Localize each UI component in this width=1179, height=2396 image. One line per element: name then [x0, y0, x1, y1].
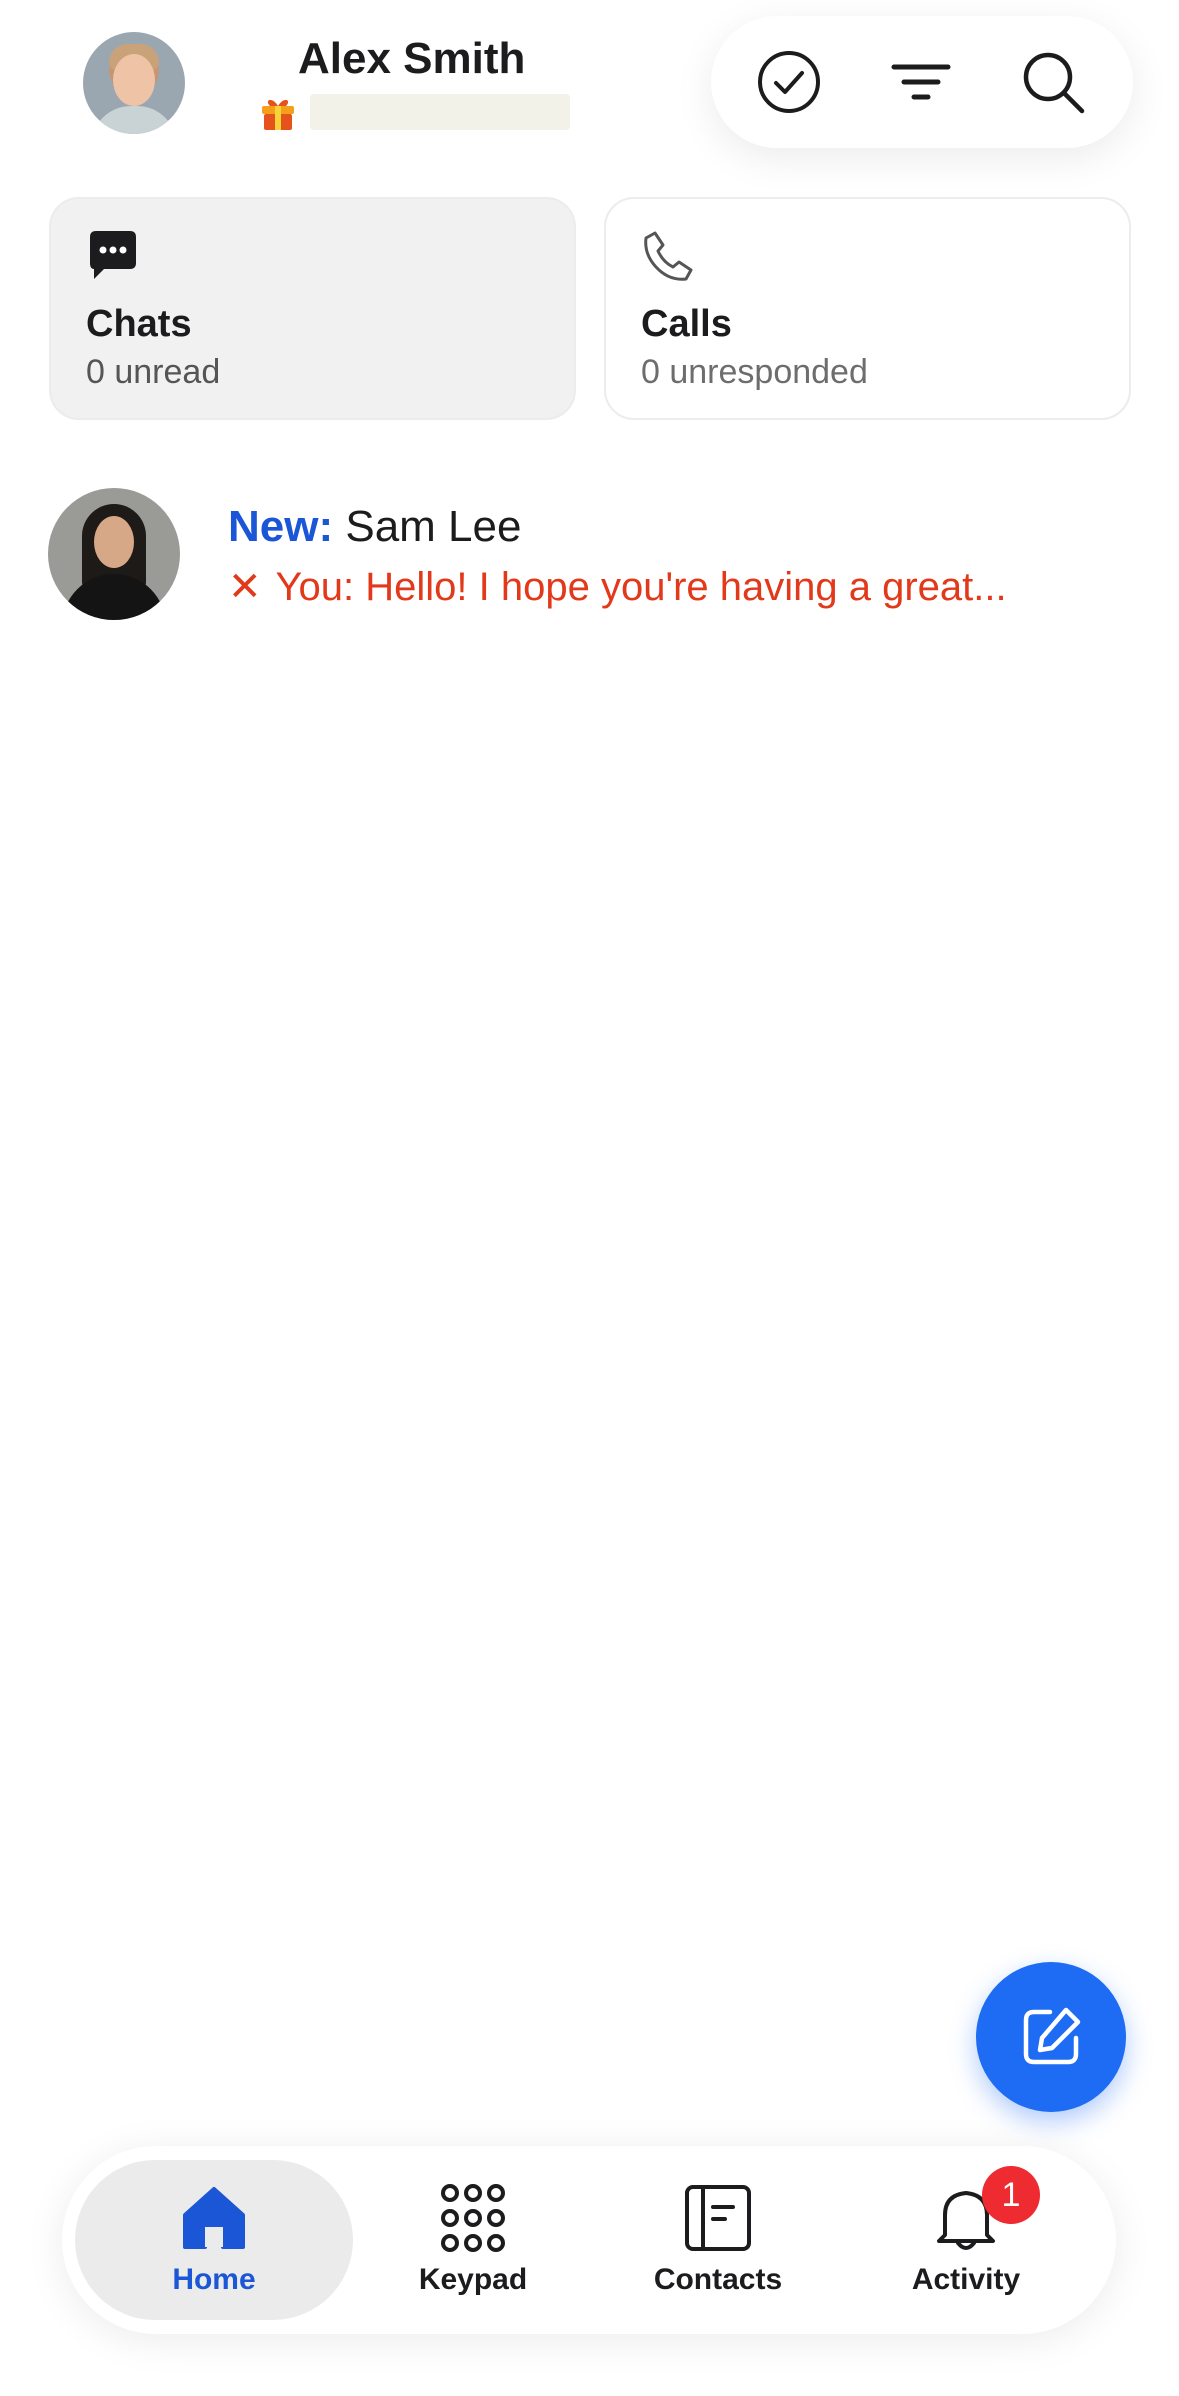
calls-unresponded-count: 0 unresponded	[641, 353, 868, 391]
user-name[interactable]: Alex Smith	[298, 34, 525, 84]
new-label: New:	[228, 502, 334, 551]
chats-title: Chats	[86, 303, 192, 345]
keypad-icon	[441, 2184, 505, 2252]
nav-home[interactable]: Home	[75, 2160, 353, 2320]
message-preview-text: You: Hello! I hope you're having a great…	[275, 565, 1007, 609]
gift-icon	[262, 99, 294, 130]
contact-name: Sam Lee	[345, 502, 522, 551]
failed-icon: ✕	[228, 565, 262, 609]
contacts-icon	[685, 2185, 751, 2251]
user-avatar[interactable]	[83, 32, 185, 134]
compose-button[interactable]	[976, 1962, 1126, 2112]
nav-contacts-label: Contacts	[653, 2263, 783, 2296]
conversation-title: New: Sam Lee	[228, 502, 521, 552]
mark-done-button[interactable]	[753, 46, 825, 118]
nav-keypad[interactable]: Keypad	[383, 2160, 563, 2320]
home-icon	[183, 2187, 245, 2249]
filter-button[interactable]	[885, 46, 957, 118]
contact-avatar	[48, 488, 180, 620]
bottom-navigation: Home Keypad Contacts Activity 1	[62, 2146, 1116, 2334]
activity-badge: 1	[982, 2166, 1040, 2224]
check-circle-icon	[758, 51, 820, 113]
nav-activity[interactable]: Activity 1	[876, 2160, 1056, 2320]
status-message-bar[interactable]	[310, 94, 570, 130]
nav-keypad-label: Keypad	[418, 2263, 528, 2296]
phone-icon	[644, 231, 693, 281]
calls-card[interactable]: Calls 0 unresponded	[604, 197, 1131, 420]
header-actions	[711, 16, 1133, 148]
search-button[interactable]	[1017, 46, 1089, 118]
conversation-row[interactable]: New: Sam Lee ✕ You: Hello! I hope you're …	[0, 480, 1179, 630]
calls-title: Calls	[641, 303, 732, 345]
nav-contacts[interactable]: Contacts	[628, 2160, 808, 2320]
filter-icon	[891, 64, 951, 100]
search-icon	[1023, 52, 1085, 114]
nav-home-label: Home	[172, 2263, 256, 2296]
chats-unread-count: 0 unread	[86, 353, 221, 391]
message-preview: ✕ You: Hello! I hope you're having a grea…	[228, 564, 1007, 610]
chat-bubble-icon	[90, 231, 136, 279]
compose-icon	[1023, 2007, 1081, 2065]
chats-card[interactable]: Chats 0 unread	[49, 197, 576, 420]
nav-activity-label: Activity	[911, 2263, 1021, 2296]
